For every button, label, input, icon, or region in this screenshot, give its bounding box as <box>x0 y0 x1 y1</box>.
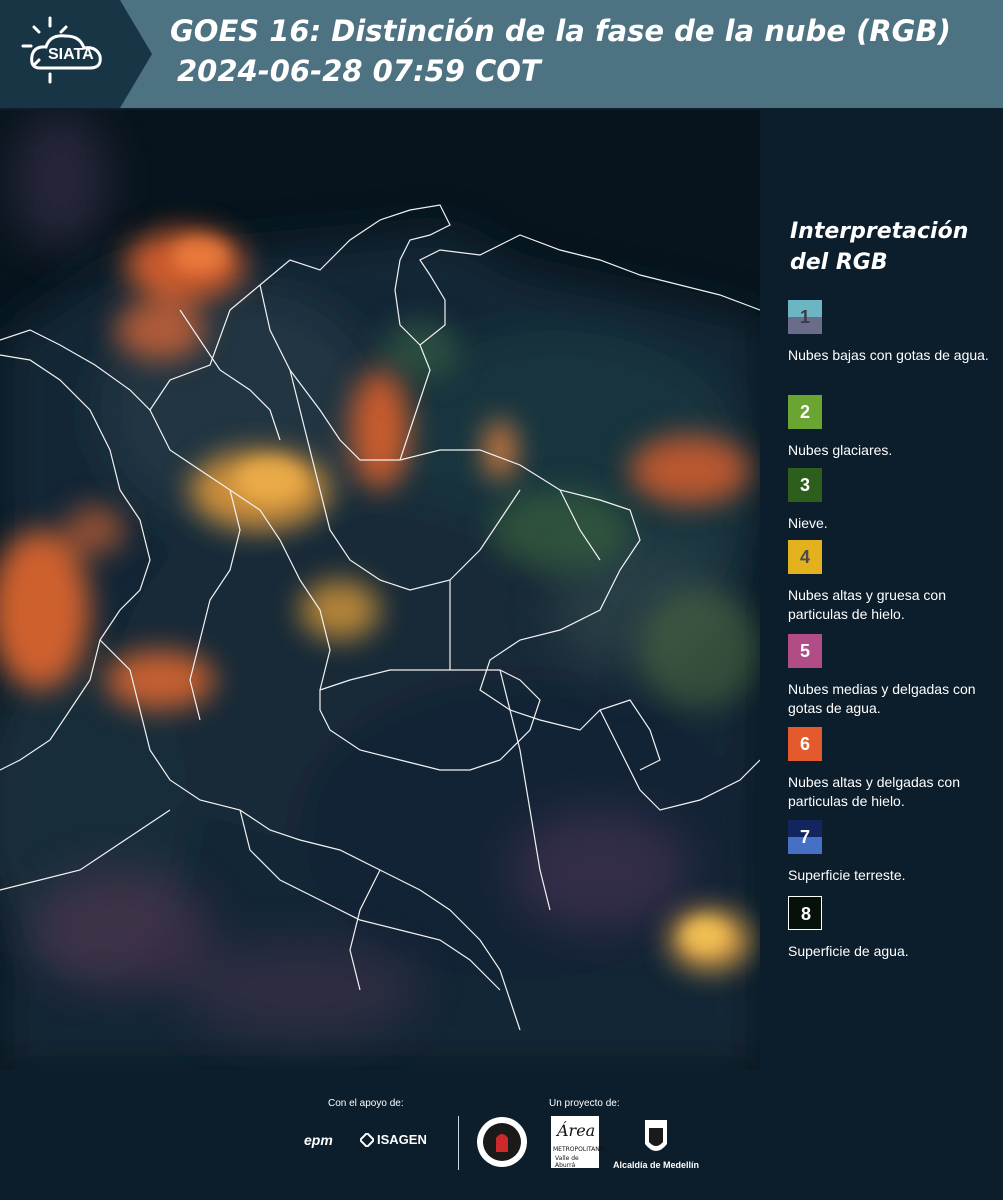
legend-number: 3 <box>799 475 810 495</box>
legend-swatch-4: 4 <box>788 540 822 574</box>
legend-number: 1 <box>799 307 810 327</box>
legend-swatch-8: 8 <box>788 896 822 930</box>
legend-swatch-6: 6 <box>788 727 822 761</box>
footer-divider <box>458 1116 459 1170</box>
legend-label: Nubes bajas con gotas de agua. <box>788 347 989 363</box>
isagen-icon <box>358 1131 376 1149</box>
legend-swatch-1: 1 <box>788 300 822 334</box>
epm-logo: epm <box>304 1132 333 1148</box>
legend-label: Superficie de agua. <box>788 943 909 959</box>
logo-text: SIATA <box>48 46 94 63</box>
legend-label: Nieve. <box>788 515 828 531</box>
siata-logo: SIATA <box>0 0 152 108</box>
legend-swatch-3: 3 <box>788 468 822 502</box>
legend-number: 2 <box>799 402 810 422</box>
legend-label: Nubes altas y delgadas con particulas de… <box>788 774 960 809</box>
footer: Con el apoyo de: Un proyecto de: epm ISA… <box>0 1070 1003 1200</box>
legend-number: 8 <box>800 904 811 924</box>
project-label: Un proyecto de: <box>549 1098 620 1109</box>
legend-label: Superficie terreste. <box>788 867 906 883</box>
alcaldia-shield-icon <box>643 1118 669 1158</box>
legend-number: 6 <box>799 734 810 754</box>
area-metropolitana-logo: Área METROPOLITANA Valle de Aburrá <box>551 1116 604 1169</box>
legend-number: 7 <box>799 827 810 847</box>
isagen-logo: ISAGEN <box>377 1132 427 1147</box>
page-title: GOES 16: Distinción de la fase de la nub… <box>170 14 951 48</box>
satellite-map[interactable] <box>0 110 760 1070</box>
medellin-seal-icon <box>476 1116 528 1168</box>
support-label: Con el apoyo de: <box>328 1098 404 1109</box>
legend-label: Nubes altas y gruesa con particulas de h… <box>788 587 946 622</box>
header-bar: SIATA GOES 16: Distinción de la fase de … <box>0 0 1003 108</box>
legend-number: 4 <box>799 547 810 567</box>
legend-label: Nubes medias y delgadas con gotas de agu… <box>788 681 976 716</box>
legend-swatch-5: 5 <box>788 634 822 668</box>
legend-swatch-7: 7 <box>788 820 822 854</box>
alcaldia-label: Alcaldía de Medellín <box>613 1160 700 1170</box>
legend-number: 5 <box>799 641 810 661</box>
page-timestamp: 2024-06-28 07:59 COT <box>177 54 541 88</box>
legend-panel: Interpretación del RGB 1 Nubes bajas con … <box>762 110 1003 1070</box>
legend-label: Nubes glaciares. <box>788 442 893 458</box>
legend-swatch-2: 2 <box>788 395 822 429</box>
legend-title: Interpretación del RGB <box>790 219 969 275</box>
